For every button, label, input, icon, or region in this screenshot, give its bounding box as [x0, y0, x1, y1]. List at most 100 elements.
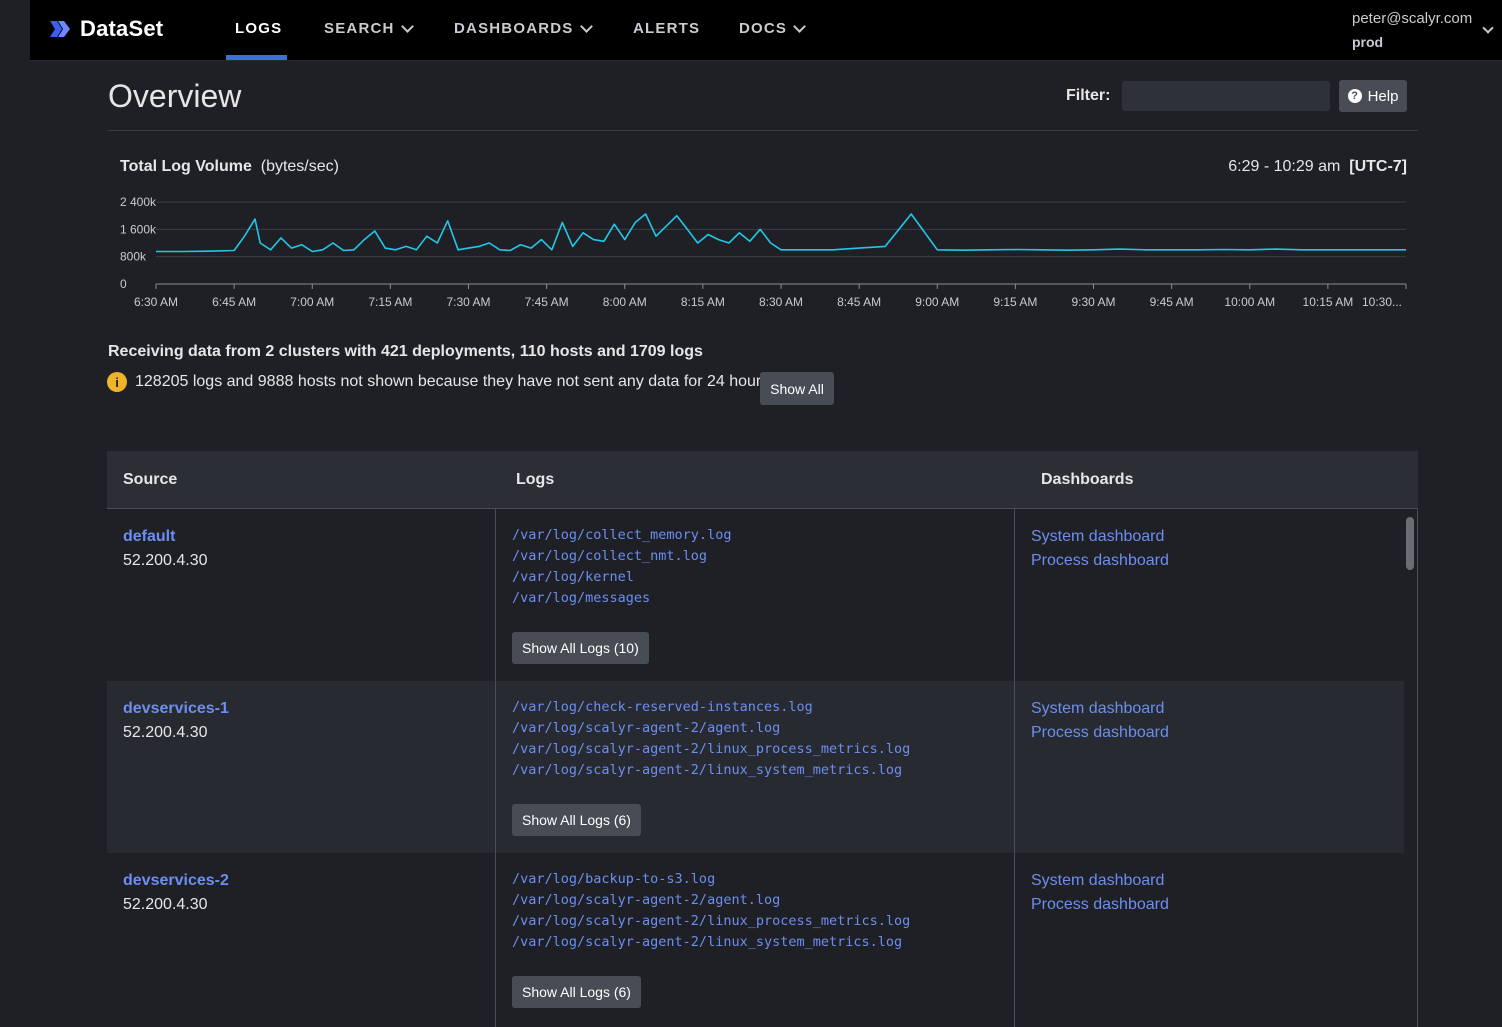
header-source[interactable]: Source [123, 471, 177, 489]
chevron-down-icon [579, 20, 593, 33]
x-tick-label: 9:15 AM [993, 295, 1037, 309]
nav-dashboards-label: DASHBOARDS [454, 20, 574, 37]
notice-row: i 128205 logs and 9888 hosts not shown b… [107, 372, 769, 392]
nav-active-indicator [226, 55, 287, 60]
x-tick-label: 10:00 AM [1224, 295, 1275, 309]
table-header: Source Logs Dashboards [107, 451, 1418, 509]
chart-time-range[interactable]: 6:29 - 10:29 am [UTC-7] [1228, 158, 1407, 176]
log-path-link[interactable]: /var/log/collect_memory.log [512, 527, 731, 543]
y-tick-label: 800k [120, 250, 147, 264]
nav-docs[interactable]: DOCS [739, 20, 807, 37]
nav-logs-label: LOGS [235, 20, 283, 37]
system-dashboard-link[interactable]: System dashboard [1031, 872, 1164, 890]
dataset-logo-icon [50, 21, 70, 37]
x-tick-label: 8:30 AM [759, 295, 803, 309]
nav-docs-label: DOCS [739, 20, 788, 37]
system-dashboard-link[interactable]: System dashboard [1031, 700, 1164, 718]
help-button[interactable]: ? Help [1339, 80, 1407, 112]
system-dashboard-link[interactable]: System dashboard [1031, 528, 1164, 546]
source-name-link[interactable]: default [123, 528, 175, 546]
brand[interactable]: DataSet [48, 16, 163, 42]
table-row: default 52.200.4.30 /var/log/collect_mem… [107, 509, 1404, 681]
show-all-logs-button[interactable]: Show All Logs (10) [512, 632, 649, 664]
x-tick-label: 9:45 AM [1150, 295, 1194, 309]
log-path-link[interactable]: /var/log/messages [512, 590, 650, 606]
chart-title-text: Total Log Volume [120, 158, 252, 175]
nav-search-label: SEARCH [324, 20, 395, 37]
source-name-link[interactable]: devservices-1 [123, 700, 229, 718]
header-divider [108, 130, 1418, 131]
source-ip: 52.200.4.30 [123, 552, 208, 569]
log-path-link[interactable]: /var/log/scalyr-agent-2/agent.log [512, 720, 780, 736]
log-path-link[interactable]: /var/log/scalyr-agent-2/linux_process_me… [512, 741, 910, 757]
summary-text: Receiving data from 2 clusters with 421 … [108, 343, 703, 360]
x-tick-label: 8:15 AM [681, 295, 725, 309]
info-icon: i [107, 372, 127, 392]
table-scrollbar[interactable] [1406, 517, 1414, 570]
x-tick-label: 9:30 AM [1071, 295, 1115, 309]
x-tick-label: 7:15 AM [368, 295, 412, 309]
filter-label: Filter: [1066, 87, 1111, 104]
header-dashboards[interactable]: Dashboards [1041, 471, 1133, 489]
log-path-link[interactable]: /var/log/backup-to-s3.log [512, 871, 715, 887]
log-path-link[interactable]: /var/log/scalyr-agent-2/linux_system_met… [512, 762, 902, 778]
show-all-button[interactable]: Show All [760, 372, 834, 405]
x-tick-label: 7:45 AM [525, 295, 569, 309]
sources-table: Source Logs Dashboards default 52.200.4.… [107, 451, 1418, 1027]
brand-name: DataSet [80, 16, 164, 41]
column-divider [1014, 509, 1015, 1027]
log-path-link[interactable]: /var/log/check-reserved-instances.log [512, 699, 813, 715]
user-menu-chevron-icon[interactable] [1482, 22, 1494, 34]
nav-alerts-label: ALERTS [633, 20, 701, 37]
nav-search[interactable]: SEARCH [324, 20, 414, 37]
user-email[interactable]: peter@scalyr.com [1352, 10, 1472, 27]
x-tick-label: 7:00 AM [290, 295, 334, 309]
chart-range-text: 6:29 - 10:29 am [1228, 158, 1341, 175]
y-tick-label: 1 600k [120, 222, 157, 236]
x-tick-label: 7:30 AM [446, 295, 490, 309]
chevron-down-icon [400, 20, 414, 33]
x-tick-label: 8:45 AM [837, 295, 881, 309]
x-tick-label: 6:30 AM [134, 295, 178, 309]
show-all-logs-button[interactable]: Show All Logs (6) [512, 976, 641, 1008]
notice-text: 128205 logs and 9888 hosts not shown bec… [135, 373, 770, 390]
chart-title: Total Log Volume (bytes/sec) [120, 158, 339, 176]
chart-unit: (bytes/sec) [260, 158, 339, 175]
page-title: Overview [108, 78, 242, 114]
chevron-down-icon [793, 20, 807, 33]
table-right-border [1417, 508, 1418, 1027]
user-env[interactable]: prod [1352, 34, 1383, 50]
help-label: Help [1367, 87, 1399, 105]
log-path-link[interactable]: /var/log/scalyr-agent-2/linux_process_me… [512, 913, 910, 929]
log-path-link[interactable]: /var/log/scalyr-agent-2/linux_system_met… [512, 934, 902, 950]
nav-alerts[interactable]: ALERTS [633, 20, 700, 37]
y-tick-label: 2 400k [120, 195, 157, 209]
y-tick-label: 0 [120, 277, 127, 291]
log-path-link[interactable]: /var/log/kernel [512, 569, 634, 585]
source-name-link[interactable]: devservices-2 [123, 872, 229, 890]
log-volume-chart[interactable]: 0 800k 1 600k 2 400k 6:30 AM 6:45 AM 7:00 AM 7:… [108, 190, 1418, 315]
x-tick-label: 6:45 AM [212, 295, 256, 309]
left-gutter [0, 0, 30, 1027]
nav-dashboards[interactable]: DASHBOARDS [454, 20, 593, 37]
log-volume-series-line[interactable] [156, 213, 1406, 253]
source-ip: 52.200.4.30 [123, 724, 208, 741]
nav-logs[interactable]: LOGS [235, 20, 282, 37]
header-logs[interactable]: Logs [516, 471, 554, 489]
column-divider [495, 509, 496, 1027]
x-tick-label: 9:00 AM [915, 295, 959, 309]
log-path-link[interactable]: /var/log/scalyr-agent-2/agent.log [512, 892, 780, 908]
question-circle-icon: ? [1347, 89, 1362, 103]
x-tick-label: 10:30... [1362, 295, 1402, 309]
process-dashboard-link[interactable]: Process dashboard [1031, 896, 1169, 914]
filter-input[interactable] [1122, 81, 1330, 111]
x-tick-label: 10:15 AM [1303, 295, 1354, 309]
source-ip: 52.200.4.30 [123, 896, 208, 913]
table-row: devservices-1 52.200.4.30 /var/log/check… [107, 681, 1404, 853]
table-row: devservices-2 52.200.4.30 /var/log/backu… [107, 853, 1404, 1025]
process-dashboard-link[interactable]: Process dashboard [1031, 552, 1169, 570]
show-all-logs-button[interactable]: Show All Logs (6) [512, 804, 641, 836]
log-path-link[interactable]: /var/log/collect_nmt.log [512, 548, 707, 564]
process-dashboard-link[interactable]: Process dashboard [1031, 724, 1169, 742]
x-tick-label: 8:00 AM [603, 295, 647, 309]
